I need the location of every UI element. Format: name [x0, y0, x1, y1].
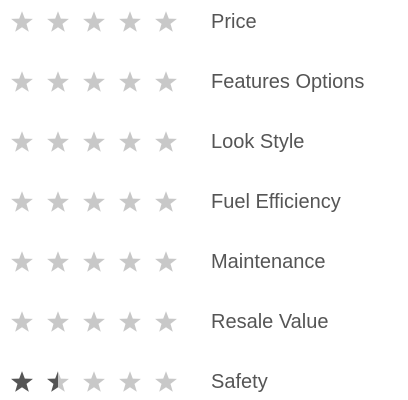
star-icon[interactable]: [46, 310, 70, 334]
rating-label: Look Style: [211, 131, 305, 153]
star-icon[interactable]: [46, 370, 70, 394]
star-icon[interactable]: [154, 190, 178, 214]
star-rating[interactable]: [10, 10, 182, 34]
star-icon[interactable]: [46, 190, 70, 214]
star-icon[interactable]: [154, 70, 178, 94]
star-icon[interactable]: [154, 250, 178, 274]
star-icon[interactable]: [82, 310, 106, 334]
star-icon[interactable]: [10, 310, 34, 334]
star-icon[interactable]: [82, 190, 106, 214]
star-icon[interactable]: [82, 370, 106, 394]
star-icon[interactable]: [118, 70, 142, 94]
star-rating[interactable]: [10, 250, 182, 274]
rating-row-look-style: Look Style: [0, 124, 408, 160]
star-icon[interactable]: [46, 130, 70, 154]
star-icon[interactable]: [82, 10, 106, 34]
star-icon[interactable]: [118, 310, 142, 334]
rating-label: Features Options: [211, 71, 365, 93]
star-icon[interactable]: [82, 70, 106, 94]
rating-label: Maintenance: [211, 251, 326, 273]
star-icon[interactable]: [10, 130, 34, 154]
star-icon[interactable]: [118, 190, 142, 214]
rating-row-fuel-efficiency: Fuel Efficiency: [0, 184, 408, 220]
star-icon[interactable]: [46, 10, 70, 34]
star-icon[interactable]: [10, 10, 34, 34]
rating-row-safety: Safety: [0, 364, 408, 400]
star-icon[interactable]: [46, 70, 70, 94]
rating-row-features-options: Features Options: [0, 64, 408, 100]
star-icon[interactable]: [10, 70, 34, 94]
rating-row-maintenance: Maintenance: [0, 244, 408, 280]
star-rating[interactable]: [10, 70, 182, 94]
star-rating[interactable]: [10, 310, 182, 334]
star-icon[interactable]: [10, 370, 34, 394]
rating-row-resale-value: Resale Value: [0, 304, 408, 340]
star-icon[interactable]: [82, 250, 106, 274]
star-icon[interactable]: [118, 250, 142, 274]
star-rating[interactable]: [10, 130, 182, 154]
rating-label: Price: [211, 11, 257, 33]
rating-label: Fuel Efficiency: [211, 191, 341, 213]
rating-row-price: Price: [0, 4, 408, 40]
star-rating[interactable]: [10, 190, 182, 214]
star-icon[interactable]: [10, 190, 34, 214]
star-icon[interactable]: [82, 130, 106, 154]
star-icon[interactable]: [154, 10, 178, 34]
star-icon[interactable]: [154, 130, 178, 154]
rating-label: Safety: [211, 371, 268, 393]
rating-label: Resale Value: [211, 311, 329, 333]
star-icon[interactable]: [118, 10, 142, 34]
star-icon[interactable]: [154, 370, 178, 394]
star-icon[interactable]: [154, 310, 178, 334]
star-rating[interactable]: [10, 370, 182, 394]
star-icon[interactable]: [118, 130, 142, 154]
star-icon[interactable]: [46, 250, 70, 274]
star-icon[interactable]: [118, 370, 142, 394]
star-icon[interactable]: [10, 250, 34, 274]
